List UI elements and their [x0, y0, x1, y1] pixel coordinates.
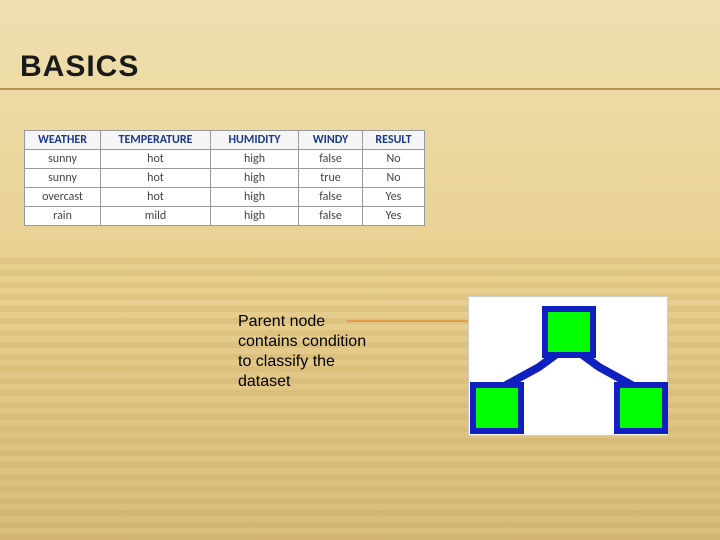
parent-node-icon	[545, 309, 593, 355]
col-temperature: TEMPERATURE	[101, 131, 211, 150]
dataset-table: WEATHER TEMPERATURE HUMIDITY WINDY RESUL…	[24, 130, 425, 226]
table-row: sunny hot high false No	[25, 150, 425, 169]
tree-diagram	[468, 296, 668, 436]
cell: high	[211, 207, 299, 226]
cell: rain	[25, 207, 101, 226]
cell: No	[363, 150, 425, 169]
cell: overcast	[25, 188, 101, 207]
cell: high	[211, 188, 299, 207]
title-underline	[0, 88, 720, 90]
cell: mild	[101, 207, 211, 226]
cell: high	[211, 169, 299, 188]
cell: hot	[101, 150, 211, 169]
col-humidity: HUMIDITY	[211, 131, 299, 150]
child-node-icon	[473, 385, 521, 431]
cell: No	[363, 169, 425, 188]
cell: hot	[101, 169, 211, 188]
cell: sunny	[25, 169, 101, 188]
child-node-icon	[617, 385, 665, 431]
cell: high	[211, 150, 299, 169]
cell: Yes	[363, 207, 425, 226]
cell: sunny	[25, 150, 101, 169]
col-weather: WEATHER	[25, 131, 101, 150]
col-result: RESULT	[363, 131, 425, 150]
cell: false	[299, 150, 363, 169]
cell: true	[299, 169, 363, 188]
table-row: overcast hot high false Yes	[25, 188, 425, 207]
cell: Yes	[363, 188, 425, 207]
cell: hot	[101, 188, 211, 207]
col-windy: WINDY	[299, 131, 363, 150]
table-header-row: WEATHER TEMPERATURE HUMIDITY WINDY RESUL…	[25, 131, 425, 150]
tree-caption: Parent node contains condition to classi…	[238, 312, 368, 392]
table-row: rain mild high false Yes	[25, 207, 425, 226]
table-row: sunny hot high true No	[25, 169, 425, 188]
cell: false	[299, 207, 363, 226]
page-title: BASICS	[20, 50, 139, 84]
cell: false	[299, 188, 363, 207]
